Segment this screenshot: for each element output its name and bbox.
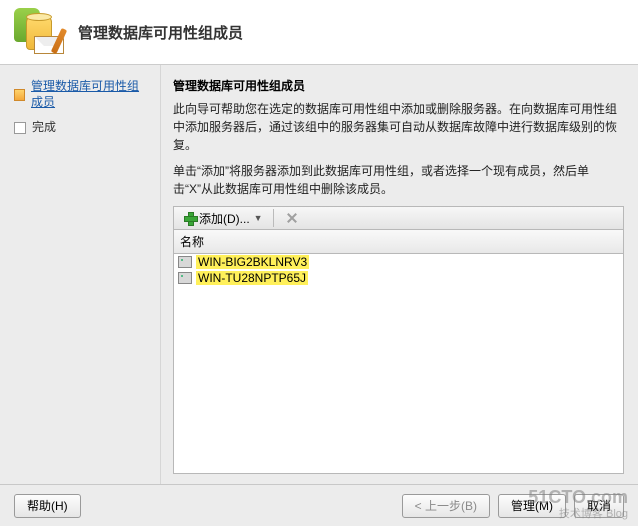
step-indicator-active [14, 89, 25, 101]
wizard-header: 管理数据库可用性组成员 [0, 0, 638, 65]
step-manage-members[interactable]: 管理数据库可用性组成员 [14, 79, 150, 110]
help-button[interactable]: 帮助(H) [14, 494, 81, 518]
description-1: 此向导可帮助您在选定的数据库可用性组中添加或删除服务器。在向数据库可用性组中添加… [173, 100, 624, 154]
section-title: 管理数据库可用性组成员 [173, 77, 624, 94]
server-icon [178, 256, 192, 268]
remove-button[interactable] [279, 208, 303, 228]
wizard-main: 管理数据库可用性组成员 此向导可帮助您在选定的数据库可用性组中添加或删除服务器。… [160, 65, 638, 484]
wizard-sidebar: 管理数据库可用性组成员 完成 [0, 65, 160, 484]
description-2: 单击“添加”将服务器添加到此数据库可用性组，或者选择一个现有成员，然后单击“X”… [173, 162, 624, 198]
database-mail-icon [12, 8, 60, 56]
wizard-title: 管理数据库可用性组成员 [78, 22, 243, 43]
wizard-window: 管理数据库可用性组成员 管理数据库可用性组成员 完成 管理数据库可用性组成员 此… [0, 0, 638, 526]
list-item[interactable]: WIN-TU28NPTP65J [174, 270, 623, 286]
wizard-body: 管理数据库可用性组成员 完成 管理数据库可用性组成员 此向导可帮助您在选定的数据… [0, 65, 638, 484]
step-indicator [14, 122, 26, 134]
add-button-label: 添加(D)... [199, 210, 250, 227]
manage-button[interactable]: 管理(M) [498, 494, 566, 518]
plus-icon [183, 211, 197, 225]
server-name: WIN-BIG2BKLNRV3 [196, 255, 309, 269]
server-icon [178, 272, 192, 284]
cancel-button[interactable]: 取消 [574, 494, 624, 518]
server-list[interactable]: WIN-BIG2BKLNRV3 WIN-TU28NPTP65J [173, 254, 624, 474]
step-complete[interactable]: 完成 [14, 120, 150, 136]
toolbar-separator [273, 209, 274, 227]
back-button[interactable]: < 上一步(B) [402, 494, 490, 518]
step-label: 管理数据库可用性组成员 [31, 79, 150, 110]
list-toolbar: 添加(D)... ▼ [173, 206, 624, 230]
step-label: 完成 [32, 120, 56, 136]
column-header-name[interactable]: 名称 [173, 230, 624, 254]
wizard-footer: 帮助(H) < 上一步(B) 管理(M) 取消 [0, 484, 638, 526]
server-name: WIN-TU28NPTP65J [196, 271, 308, 285]
close-icon [284, 211, 298, 225]
dropdown-arrow-icon: ▼ [254, 213, 263, 223]
add-button[interactable]: 添加(D)... ▼ [178, 207, 268, 230]
list-item[interactable]: WIN-BIG2BKLNRV3 [174, 254, 623, 270]
